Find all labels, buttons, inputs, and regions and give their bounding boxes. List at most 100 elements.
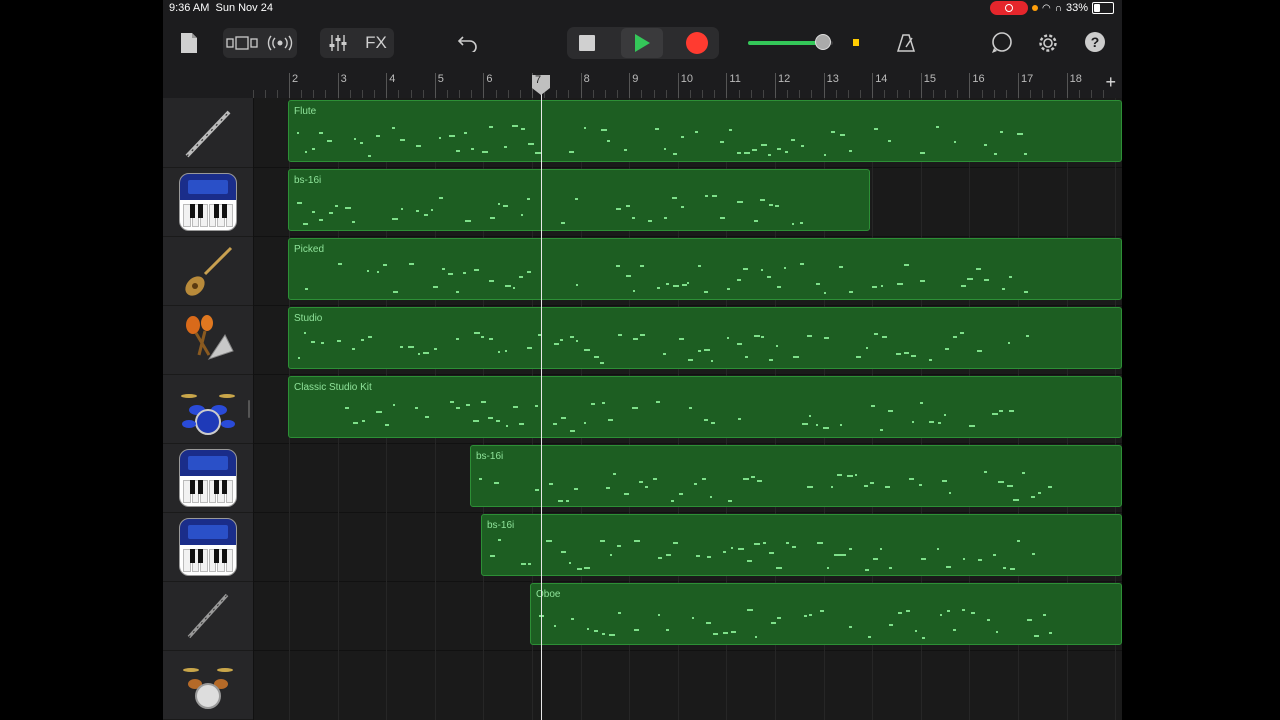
midi-note: [961, 285, 967, 288]
midi-note: [911, 421, 915, 424]
bar-number: 6: [486, 73, 493, 85]
midi-note: [337, 263, 343, 266]
stop-button[interactable]: [573, 30, 601, 56]
track-header-studio[interactable]: [163, 305, 253, 375]
midi-note: [593, 356, 600, 359]
midi-note: [986, 619, 990, 622]
play-button[interactable]: [621, 28, 663, 58]
midi-note: [504, 350, 507, 353]
tracks-area[interactable]: Flute bs-16i Picked Studio Classic Studi…: [254, 98, 1122, 720]
battery-icon: [1092, 2, 1114, 14]
my-songs-button[interactable]: [177, 30, 201, 56]
midi-note: [962, 557, 965, 560]
midi-note: [809, 614, 812, 617]
metronome-button[interactable]: [893, 30, 919, 56]
midi-note: [864, 568, 870, 571]
midi-note: [494, 482, 500, 485]
midi-note: [1032, 553, 1036, 556]
region-bs-16i-3[interactable]: bs-16i: [481, 514, 1122, 576]
midi-note: [535, 404, 539, 407]
bar-line: [337, 73, 339, 98]
midi-note: [688, 359, 693, 362]
live-loops-button[interactable]: [265, 28, 295, 58]
midi-note: [863, 484, 868, 487]
track-header-classic-studio-kit[interactable]: [163, 374, 253, 444]
beat-tick: [446, 90, 448, 98]
midi-note: [423, 213, 428, 216]
region-flute[interactable]: Flute: [288, 100, 1122, 162]
midi-note: [909, 478, 914, 481]
midi-note: [417, 353, 421, 356]
midi-note: [528, 562, 532, 565]
midi-note: [376, 270, 380, 273]
midi-note: [505, 425, 509, 428]
track-header-flute[interactable]: [163, 98, 253, 168]
track-header-oboe[interactable]: [163, 581, 253, 651]
status-bar: 9:36 AM Sun Nov 24 ◠ ∩ 33%: [163, 0, 1122, 18]
loop-browser-button[interactable]: [989, 30, 1015, 56]
midi-note: [807, 335, 812, 338]
track-header-bs-16i[interactable]: [163, 167, 253, 237]
region-oboe[interactable]: Oboe: [530, 583, 1122, 645]
midi-note: [743, 478, 749, 481]
beat-tick: [847, 90, 849, 98]
midi-note: [776, 285, 781, 288]
bar-number: 12: [778, 73, 791, 85]
midi-note: [1049, 631, 1052, 634]
app-window: 9:36 AM Sun Nov 24 ◠ ∩ 33% FX ? + 2 3 4 …: [163, 0, 1122, 720]
region-bs-16i[interactable]: bs-16i: [288, 169, 870, 231]
volume-knob[interactable]: [815, 34, 831, 50]
midi-note: [367, 154, 371, 157]
midi-note: [623, 148, 627, 151]
region-studio[interactable]: Studio: [288, 307, 1122, 369]
track-header-drums-2[interactable]: [163, 650, 253, 720]
track-header-bs-16i-3[interactable]: [163, 512, 253, 582]
resize-handle[interactable]: [248, 400, 250, 418]
midi-note: [666, 553, 672, 556]
midi-note: [687, 282, 690, 285]
help-button[interactable]: ?: [1085, 32, 1105, 52]
fx-button[interactable]: FX: [359, 28, 393, 58]
beat-tick: [750, 90, 752, 98]
midi-note: [433, 347, 438, 350]
midi-note: [568, 562, 572, 565]
track-header-bs-16i-2[interactable]: [163, 443, 253, 513]
region-bs-16i-2[interactable]: bs-16i: [470, 445, 1122, 507]
track-header-picked[interactable]: [163, 236, 253, 306]
midi-note: [967, 278, 973, 281]
tracks-view-button[interactable]: [225, 28, 259, 58]
beat-tick: [410, 90, 412, 98]
midi-note: [903, 351, 909, 354]
region-picked[interactable]: Picked: [288, 238, 1122, 300]
beat-tick: [301, 90, 303, 98]
stop-icon: [579, 35, 595, 51]
midi-note: [520, 214, 524, 217]
region-classic-studio-kit[interactable]: Classic Studio Kit: [288, 376, 1122, 438]
settings-button[interactable]: [1035, 30, 1061, 56]
midi-note: [569, 151, 574, 154]
midi-note: [497, 203, 500, 206]
timeline-ruler[interactable]: + 2 3 4 5 6 8 9 10 11 12 13 14 15 16 17 18: [252, 70, 1122, 99]
beat-tick: [908, 90, 910, 98]
midi-note: [625, 204, 631, 207]
midi-note: [750, 475, 755, 478]
beat-tick: [738, 90, 740, 98]
midi-note: [697, 349, 701, 352]
midi-note: [600, 540, 605, 543]
undo-button[interactable]: [455, 30, 481, 56]
midi-note: [978, 559, 982, 562]
add-section-button[interactable]: +: [1105, 72, 1116, 93]
midi-note: [1027, 618, 1032, 621]
record-button[interactable]: [681, 30, 713, 56]
bar-number: 3: [340, 73, 347, 85]
mixer-button[interactable]: [323, 28, 353, 58]
midi-note: [953, 141, 956, 144]
midi-note: [1034, 635, 1040, 638]
bar-number: 17: [1021, 73, 1034, 85]
master-volume-slider[interactable]: [748, 34, 833, 50]
midi-note: [791, 223, 794, 226]
midi-note: [297, 356, 300, 359]
midi-note: [702, 477, 707, 480]
midi-note: [408, 263, 414, 266]
midi-note: [896, 283, 903, 286]
